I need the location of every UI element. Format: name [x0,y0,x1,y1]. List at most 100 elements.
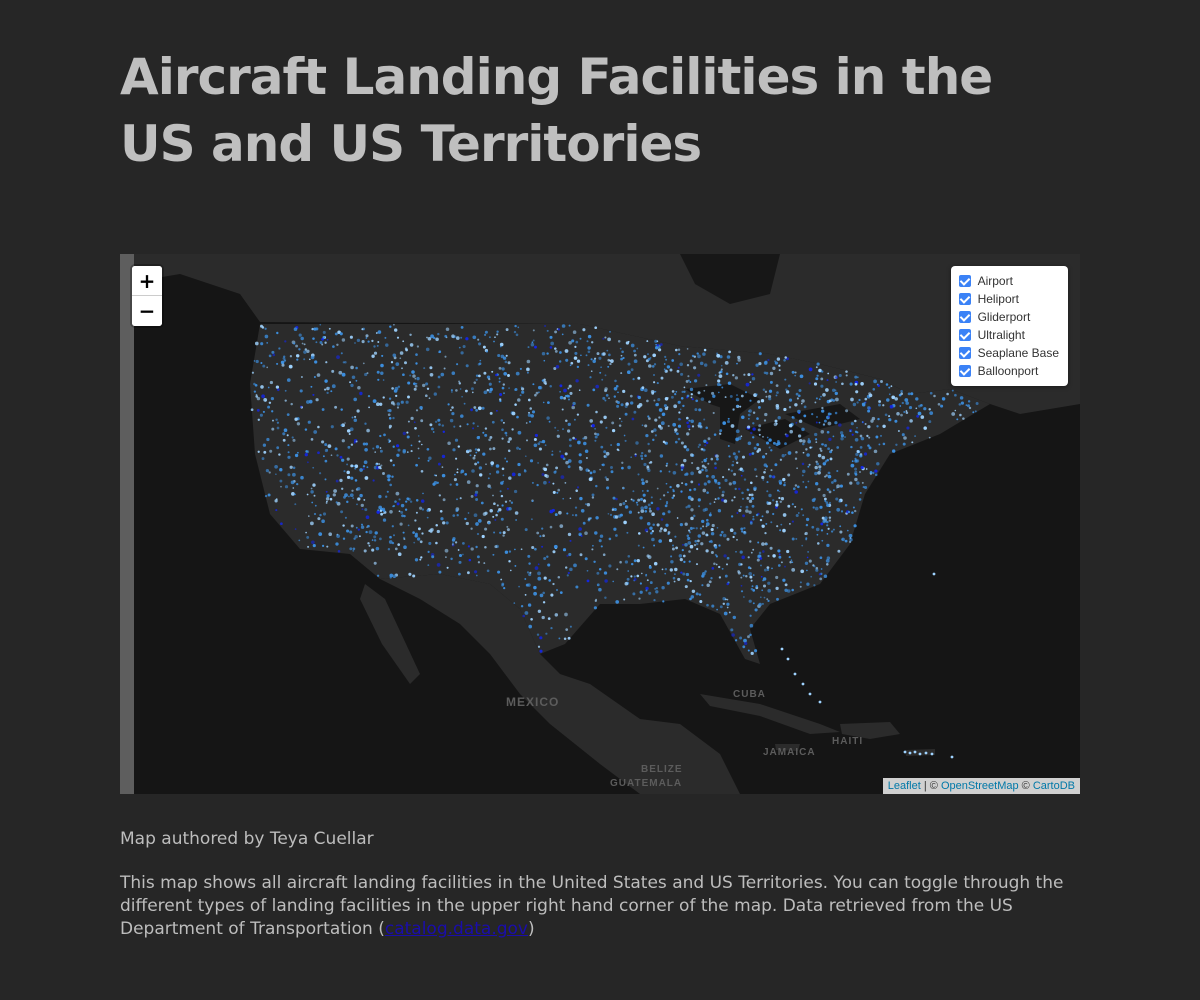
facility-marker [686,421,689,425]
layer-toggle-gliderport[interactable]: Gliderport [958,308,1059,326]
facility-marker [822,519,827,524]
facility-marker [502,474,505,477]
facility-marker [726,563,728,566]
facility-marker [711,523,715,528]
facility-marker [433,392,437,396]
checkbox-heliport[interactable] [958,293,971,305]
facility-marker [861,481,864,484]
facility-marker [350,383,354,388]
facility-marker [353,397,358,402]
facility-marker [856,450,860,453]
facility-marker [928,408,931,411]
zoom-out-button[interactable]: − [132,296,162,326]
checkbox-balloonport[interactable] [958,365,971,377]
facility-marker [584,531,588,535]
checkbox-seaplane-base[interactable] [958,347,971,359]
facility-marker [713,501,716,503]
facility-marker [708,400,711,404]
facility-marker [509,500,511,502]
facility-marker [633,349,637,353]
facility-marker [724,574,728,578]
checkbox-gliderport[interactable] [958,311,971,323]
facility-marker [606,486,610,490]
layer-label: Airport [977,274,1013,288]
facility-marker [917,411,922,416]
facility-marker [375,332,378,334]
facility-marker [721,567,724,570]
facility-marker [438,351,441,354]
layer-toggle-heliport[interactable]: Heliport [958,290,1059,308]
facility-marker [794,457,798,460]
facility-marker [690,516,694,521]
facility-marker [804,561,809,565]
facility-marker [653,570,656,574]
facility-marker [499,490,502,493]
facility-marker [777,441,781,446]
facility-marker [674,535,677,538]
facility-marker [630,575,633,578]
facility-marker [365,530,368,534]
facility-marker [704,468,708,472]
facility-marker [354,535,358,539]
facility-marker [527,346,530,349]
facility-marker [608,353,611,357]
checkbox-airport[interactable] [958,275,971,287]
facility-marker [814,465,818,470]
facility-marker [684,543,688,547]
facility-marker [400,400,404,404]
facility-marker [488,377,491,381]
facility-marker [735,404,739,408]
facility-marker [502,531,506,535]
layer-toggle-airport[interactable]: Airport [958,272,1059,290]
map-container[interactable]: MEXICO CUBA HAITI JAMAICA BELIZE GUATEMA… [120,254,1080,794]
facility-marker [785,390,790,394]
layer-toggle-seaplane-base[interactable]: Seaplane Base [958,344,1059,362]
facility-marker [561,333,564,336]
cartodb-link[interactable]: CartoDB [1033,780,1075,792]
facility-marker [475,522,479,526]
facility-marker [726,556,730,560]
facility-marker [681,548,684,552]
facility-marker [379,467,382,470]
facility-marker [807,439,812,444]
facility-marker [689,526,693,530]
layer-toggle-ultralight[interactable]: Ultralight [958,326,1059,344]
facility-marker [533,437,537,442]
openstreetmap-link[interactable]: OpenStreetMap [941,780,1019,792]
facility-marker [779,500,782,503]
facility-marker [701,468,704,472]
facility-marker [474,462,477,466]
facility-marker [758,602,762,607]
facility-marker [502,383,505,386]
facility-marker [290,480,295,485]
facility-marker [745,509,749,513]
layer-toggle-balloonport[interactable]: Balloonport [958,362,1059,380]
facility-marker [801,544,804,547]
facility-marker [326,494,330,498]
facility-marker [751,376,756,381]
zoom-in-button[interactable]: + [132,266,162,296]
facility-marker [690,471,694,476]
facility-marker [420,419,424,423]
facility-marker [644,388,648,392]
facility-marker [356,503,358,506]
facility-marker [759,557,763,560]
facility-marker [430,427,434,431]
facility-marker [830,449,833,452]
facility-marker [877,384,880,387]
facility-marker [271,350,275,354]
facility-marker [276,421,280,424]
facility-marker [519,394,522,397]
facility-marker [814,471,818,476]
facility-marker [571,339,575,343]
checkbox-ultralight[interactable] [958,329,971,341]
facility-marker [647,503,651,507]
facility-marker [416,537,421,541]
facility-marker [301,342,304,345]
facility-marker [379,537,382,541]
facility-marker [325,500,328,503]
facility-marker [609,362,612,366]
facility-marker [270,396,275,401]
leaflet-link[interactable]: Leaflet [888,780,921,792]
data-source-link[interactable]: catalog.data.gov [385,919,528,939]
